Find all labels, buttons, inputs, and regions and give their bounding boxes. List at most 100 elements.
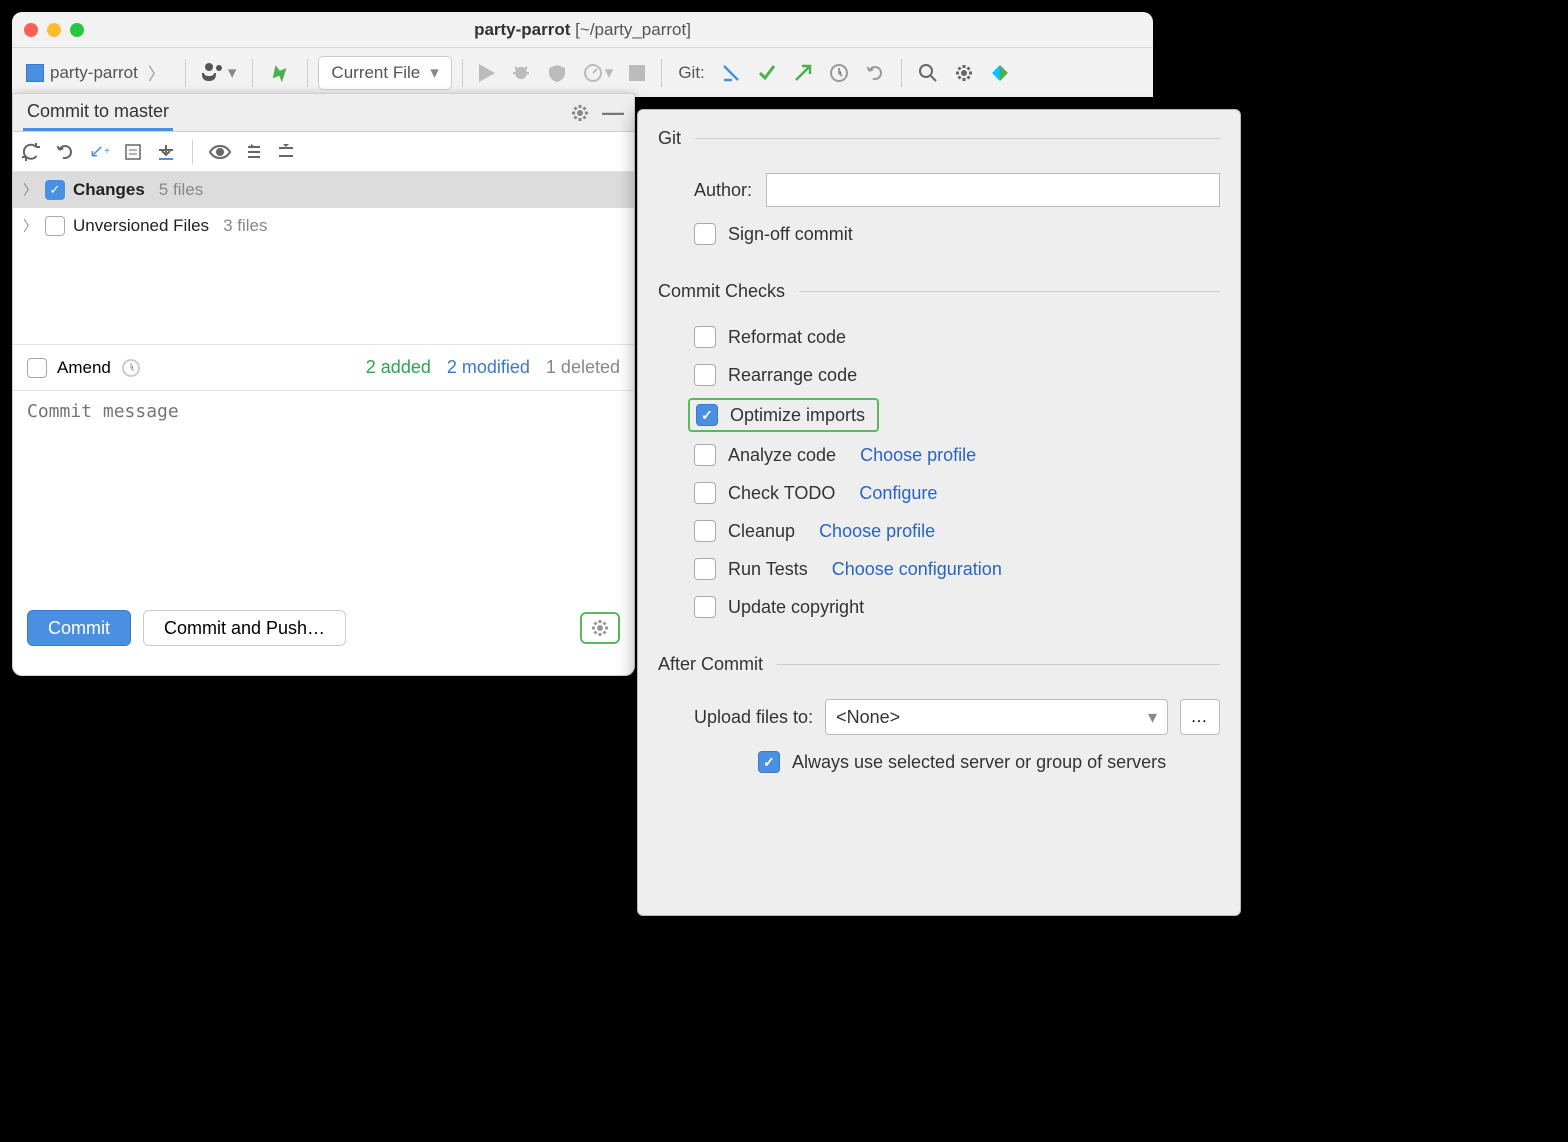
upload-more-button[interactable]: …	[1180, 699, 1220, 735]
settings-icon[interactable]	[948, 59, 980, 87]
jetbrains-icon[interactable]	[984, 59, 1016, 87]
cleanup-label: Cleanup	[728, 521, 795, 542]
upload-label: Upload files to:	[694, 707, 813, 728]
unversioned-label: Unversioned Files	[73, 216, 209, 236]
panel-gear-icon[interactable]	[570, 103, 590, 123]
cleanup-checkbox[interactable]	[694, 520, 716, 542]
added-stat: 2 added	[366, 357, 431, 378]
todo-configure-link[interactable]: Configure	[859, 483, 937, 504]
rollback-icon[interactable]	[55, 142, 75, 162]
build-icon[interactable]	[263, 58, 297, 88]
chevron-down-icon: ▾	[1148, 707, 1157, 728]
rearrange-label: Rearrange code	[728, 365, 857, 386]
todo-checkbox[interactable]	[694, 482, 716, 504]
copyright-label: Update copyright	[728, 597, 864, 618]
view-options-icon[interactable]	[277, 143, 295, 161]
project-breadcrumb[interactable]: party-parrot 〉	[20, 56, 175, 89]
show-diff-icon[interactable]	[209, 144, 231, 160]
changelist-icon[interactable]	[124, 143, 142, 161]
optimize-checkbox[interactable]: ✓	[696, 404, 718, 426]
maximize-button[interactable]	[70, 23, 84, 37]
todo-label: Check TODO	[728, 483, 835, 504]
git-commit-icon[interactable]	[751, 59, 783, 87]
window-title: party-parrot [~/party_parrot]	[474, 20, 691, 40]
commit-tab[interactable]: Commit to master	[23, 95, 173, 131]
commit-panel: Commit to master — ↙+ 〉 ✓ Changes 5 file…	[12, 93, 635, 676]
main-window: party-parrot [~/party_parrot] party-parr…	[12, 12, 1153, 97]
search-icon[interactable]	[912, 59, 944, 87]
upload-select[interactable]: <None> ▾	[825, 699, 1168, 735]
unversioned-checkbox[interactable]	[45, 216, 65, 236]
runtests-label: Run Tests	[728, 559, 808, 580]
commit-toolbar: ↙+	[13, 132, 634, 172]
panel-minimize-icon[interactable]: —	[602, 100, 624, 126]
commit-message-area	[13, 390, 634, 600]
changes-label: Changes	[73, 180, 145, 200]
commit-button[interactable]: Commit	[27, 610, 131, 646]
run-icon[interactable]	[473, 60, 501, 86]
optimize-highlight: ✓ Optimize imports	[688, 398, 879, 432]
commit-panel-header: Commit to master —	[13, 94, 634, 132]
analyze-checkbox[interactable]	[694, 444, 716, 466]
git-rollback-icon[interactable]	[859, 59, 891, 87]
close-button[interactable]	[24, 23, 38, 37]
commit-buttons-row: Commit Commit and Push…	[13, 600, 634, 656]
analyze-profile-link[interactable]: Choose profile	[860, 445, 976, 466]
commit-message-input[interactable]	[13, 391, 634, 600]
changes-checkbox[interactable]: ✓	[45, 180, 65, 200]
commit-and-push-button[interactable]: Commit and Push…	[143, 610, 346, 646]
git-history-icon[interactable]	[823, 59, 855, 87]
optimize-label: Optimize imports	[730, 405, 865, 426]
tree-changes-node[interactable]: 〉 ✓ Changes 5 files	[13, 172, 634, 208]
changes-tree: 〉 ✓ Changes 5 files 〉 Unversioned Files …	[13, 172, 634, 344]
author-label: Author:	[694, 180, 752, 201]
analyze-label: Analyze code	[728, 445, 836, 466]
changes-count: 5 files	[159, 180, 203, 200]
titlebar: party-parrot [~/party_parrot]	[12, 12, 1153, 47]
stop-icon[interactable]	[623, 61, 651, 85]
runtests-config-link[interactable]: Choose configuration	[832, 559, 1002, 580]
run-config-select[interactable]: Current File ▾	[318, 56, 451, 90]
users-dropdown[interactable]: ▾	[196, 59, 243, 87]
git-update-icon[interactable]	[715, 59, 747, 87]
after-section-title: After Commit	[658, 654, 1220, 675]
amend-label: Amend	[57, 358, 111, 378]
traffic-lights	[24, 23, 84, 37]
group-icon[interactable]	[245, 143, 263, 161]
cleanup-profile-link[interactable]: Choose profile	[819, 521, 935, 542]
shelve-icon[interactable]	[156, 142, 176, 162]
amend-row: Amend 2 added 2 modified 1 deleted	[13, 344, 634, 390]
signoff-checkbox[interactable]	[694, 223, 716, 245]
profiler-icon[interactable]: ▾	[577, 59, 620, 87]
git-section-title: Git	[658, 128, 1220, 149]
amend-checkbox[interactable]	[27, 358, 47, 378]
git-push-icon[interactable]	[787, 59, 819, 87]
minimize-button[interactable]	[47, 23, 61, 37]
reformat-checkbox[interactable]	[694, 326, 716, 348]
chevron-right-icon[interactable]: 〉	[23, 216, 37, 236]
history-icon[interactable]	[121, 358, 141, 378]
refresh-icon[interactable]	[21, 142, 41, 162]
debug-icon[interactable]	[505, 59, 537, 87]
signoff-label: Sign-off commit	[728, 224, 853, 245]
unversioned-count: 3 files	[223, 216, 267, 236]
rearrange-checkbox[interactable]	[694, 364, 716, 386]
diff-icon[interactable]: ↙+	[89, 141, 110, 162]
deleted-stat: 1 deleted	[546, 357, 620, 378]
main-toolbar: party-parrot 〉 ▾ Current File ▾ ▾ Git:	[12, 47, 1153, 97]
author-input[interactable]	[766, 173, 1220, 207]
runtests-checkbox[interactable]	[694, 558, 716, 580]
coverage-icon[interactable]	[541, 59, 573, 87]
reformat-label: Reformat code	[728, 327, 846, 348]
chevron-right-icon: 〉	[148, 60, 165, 85]
copyright-checkbox[interactable]	[694, 596, 716, 618]
always-server-checkbox[interactable]: ✓	[758, 751, 780, 773]
chevron-right-icon[interactable]: 〉	[23, 180, 37, 200]
tree-unversioned-node[interactable]: 〉 Unversioned Files 3 files	[13, 208, 634, 244]
commit-options-panel: Git Author: Sign-off commit Commit Check…	[637, 109, 1241, 916]
project-icon	[26, 64, 44, 82]
always-server-label: Always use selected server or group of s…	[792, 752, 1166, 773]
commit-options-gear-icon[interactable]	[580, 612, 620, 644]
git-label: Git:	[672, 59, 710, 87]
modified-stat: 2 modified	[447, 357, 530, 378]
